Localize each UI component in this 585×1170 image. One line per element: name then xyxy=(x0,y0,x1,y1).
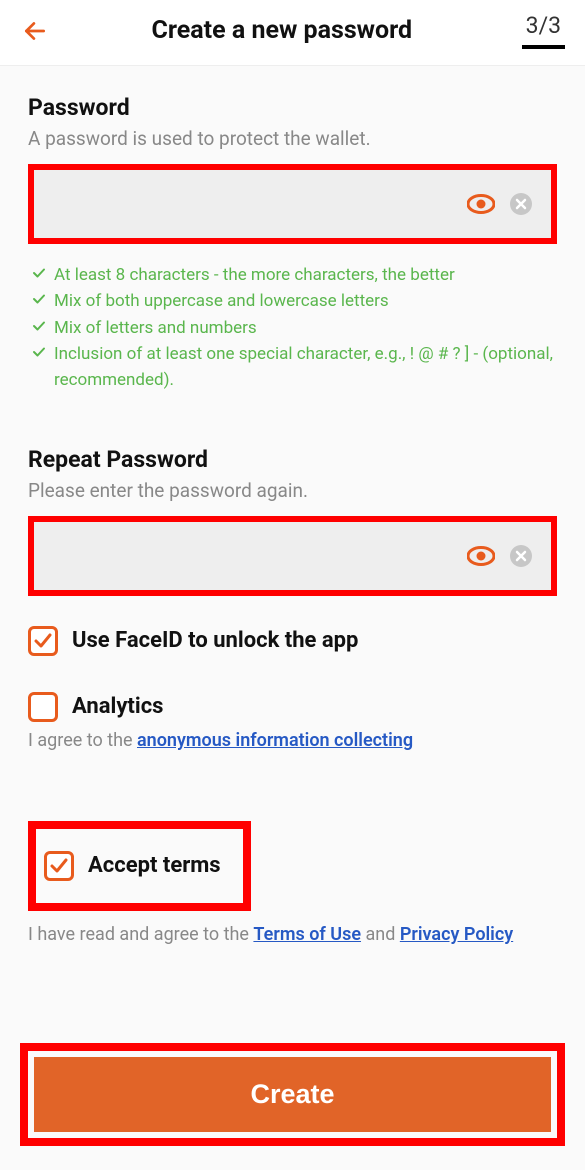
rule-text: Mix of letters and numbers xyxy=(54,315,257,341)
eye-icon[interactable] xyxy=(467,194,495,214)
repeat-input[interactable] xyxy=(52,545,453,566)
step-indicator: 3/3 xyxy=(522,12,565,49)
rule-item: At least 8 characters - the more charact… xyxy=(32,262,557,288)
password-input-wrap xyxy=(34,170,551,238)
back-button[interactable] xyxy=(20,16,50,46)
faceid-row: Use FaceID to unlock the app xyxy=(28,626,557,656)
faceid-label: Use FaceID to unlock the app xyxy=(72,628,358,653)
analytics-link[interactable]: anonymous information collecting xyxy=(137,730,413,751)
analytics-checkbox[interactable] xyxy=(28,692,58,722)
create-button[interactable]: Create xyxy=(34,1057,551,1132)
terms-agree-prefix: I have read and agree to the xyxy=(28,924,253,945)
rule-text: Mix of both uppercase and lowercase lett… xyxy=(54,288,389,314)
password-input[interactable] xyxy=(52,194,453,215)
password-desc: A password is used to protect the wallet… xyxy=(28,127,557,150)
rule-item: Inclusion of at least one special charac… xyxy=(32,341,557,394)
faceid-checkbox[interactable] xyxy=(28,626,58,656)
header: Create a new password 3/3 xyxy=(0,0,585,66)
check-icon xyxy=(32,292,46,306)
arrow-left-icon xyxy=(22,18,48,44)
rule-text: At least 8 characters - the more charact… xyxy=(54,262,455,288)
content: Password A password is used to protect t… xyxy=(0,66,585,946)
check-icon xyxy=(32,319,46,333)
repeat-highlight xyxy=(28,516,557,596)
analytics-agree-prefix: I agree to the xyxy=(28,730,137,751)
terms-highlight: Accept terms xyxy=(28,821,251,911)
repeat-input-wrap xyxy=(34,522,551,590)
terms-checkbox[interactable] xyxy=(44,851,74,881)
terms-and: and xyxy=(361,924,400,945)
privacy-policy-link[interactable]: Privacy Policy xyxy=(400,924,513,945)
analytics-label: Analytics xyxy=(72,694,163,719)
check-icon xyxy=(33,631,53,651)
rule-item: Mix of letters and numbers xyxy=(32,315,557,341)
password-rules: At least 8 characters - the more charact… xyxy=(32,262,557,394)
analytics-row: Analytics xyxy=(28,692,557,722)
terms-of-use-link[interactable]: Terms of Use xyxy=(253,924,361,945)
eye-icon[interactable] xyxy=(467,546,495,566)
repeat-label: Repeat Password xyxy=(28,446,557,473)
analytics-agree-line: I agree to the anonymous information col… xyxy=(28,730,557,751)
rule-item: Mix of both uppercase and lowercase lett… xyxy=(32,288,557,314)
check-icon xyxy=(49,856,69,876)
password-label: Password xyxy=(28,94,557,121)
repeat-desc: Please enter the password again. xyxy=(28,479,557,502)
terms-label: Accept terms xyxy=(88,853,221,878)
clear-icon[interactable] xyxy=(509,544,533,568)
create-highlight: Create xyxy=(20,1043,565,1146)
rule-text: Inclusion of at least one special charac… xyxy=(54,341,557,394)
check-icon xyxy=(32,266,46,280)
password-highlight xyxy=(28,164,557,244)
terms-agree-line: I have read and agree to the Terms of Us… xyxy=(28,923,557,946)
clear-icon[interactable] xyxy=(509,192,533,216)
check-icon xyxy=(32,345,46,359)
terms-row: Accept terms xyxy=(44,851,221,881)
page-title: Create a new password xyxy=(50,16,514,45)
